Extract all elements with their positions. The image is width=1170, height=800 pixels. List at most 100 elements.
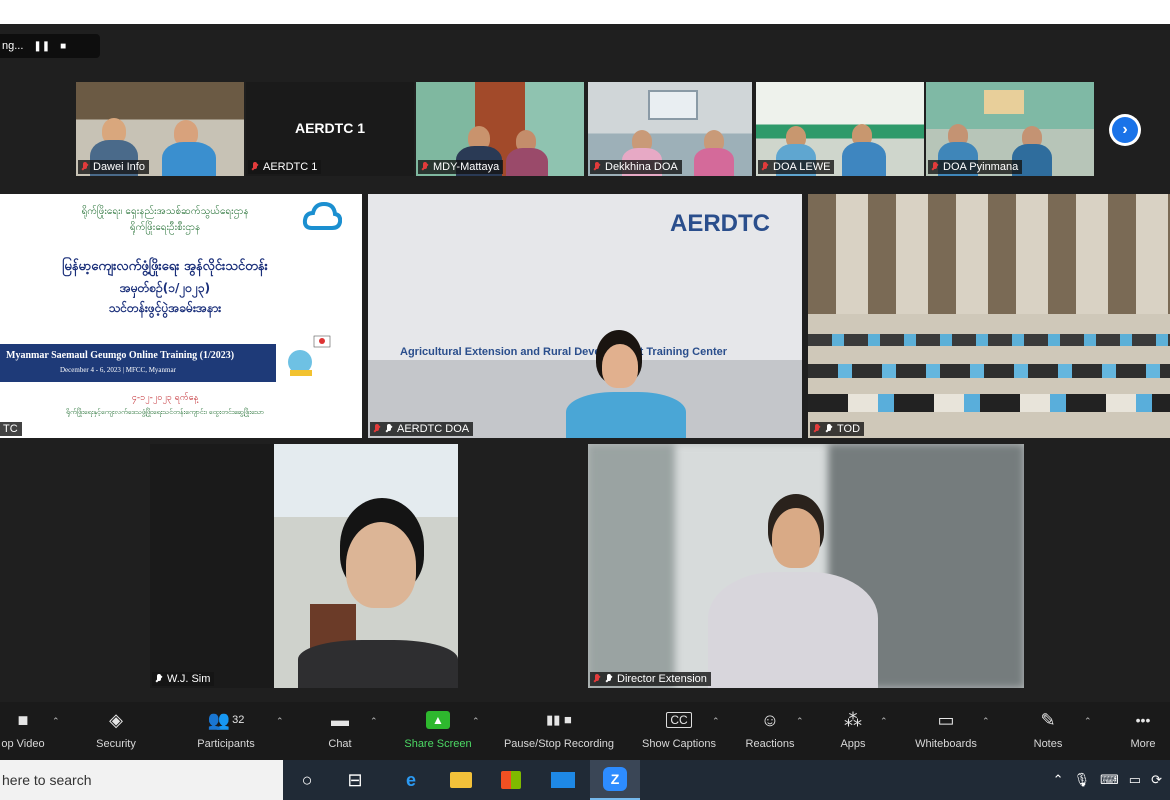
video-tile-thumbnail[interactable]: AERDTC 1 AERDTC 1 [246, 82, 414, 176]
show-captions-button[interactable]: CC Show Captions [636, 708, 722, 750]
taskbar-search-input[interactable]: here to search [0, 760, 283, 800]
muted-mic-icon [593, 674, 601, 684]
more-button[interactable]: ••• More [1120, 708, 1166, 750]
chevron-up-icon[interactable]: ⌃ [1053, 772, 1064, 788]
whiteboards-button[interactable]: ▭ Whiteboards [906, 708, 986, 751]
notes-label: Notes [1033, 738, 1063, 750]
network-icon[interactable]: ▭ [1129, 772, 1141, 788]
meeting-toolbar: ■ op Video ⌃ ◈ Security 👥 32 Participants… [0, 702, 1170, 760]
pause-stop-recording-button[interactable]: ▮▮ ■ Pause/Stop Recording [496, 708, 622, 750]
shared-slide-tile[interactable]: ရိုက်ဖြိုးရေး၊ ရှေးနည်းအသစ်ဆက်သွယ်ရေးဌာန… [0, 194, 362, 438]
participant-name-tag: DOA LEWE [758, 160, 835, 174]
chevron-up-icon[interactable]: ⌃ [52, 716, 60, 727]
stop-icon[interactable]: ■ [60, 41, 66, 52]
chevron-up-icon[interactable]: ⌃ [880, 716, 888, 727]
participants-glyph: 👥 [207, 709, 231, 730]
shield-icon: ◈ [109, 709, 123, 730]
reactions-label: Reactions [745, 738, 795, 750]
whiteboards-label: Whiteboards [915, 738, 977, 750]
share-screen-label: Share Screen [404, 738, 472, 750]
notes-icon: ✎ [1040, 709, 1056, 730]
slide-line-1: ရိုက်ဖြိုးရေး၊ ရှေးနည်းအသစ်ဆက်သွယ်ရေးဌာန [81, 206, 249, 217]
sync-icon[interactable]: ⟳ [1151, 772, 1162, 788]
pin-icon [605, 674, 613, 684]
stop-video-button[interactable]: ■ op Video [0, 708, 46, 751]
reactions-button[interactable]: ☺ Reactions [740, 708, 800, 751]
mail-icon[interactable] [538, 760, 588, 800]
cortana-icon[interactable]: ○ [282, 760, 332, 800]
chevron-up-icon[interactable]: ⌃ [796, 716, 804, 727]
video-camera-icon: ■ [17, 709, 29, 730]
recording-label: ng... [2, 40, 24, 52]
participant-name-tag: Director Extension [590, 672, 711, 686]
captions-icon: CC [636, 708, 722, 732]
participants-button[interactable]: 👥 32 Participants [190, 708, 262, 751]
pin-icon [385, 424, 393, 434]
muted-mic-icon [931, 162, 939, 172]
file-explorer-icon[interactable] [436, 760, 486, 800]
video-tile-thumbnail[interactable]: Dekkhina DOA [588, 82, 752, 176]
participant-name-tag: TC [0, 422, 22, 436]
search-placeholder: here to search [2, 772, 92, 788]
security-label: Security [96, 738, 136, 750]
muted-mic-icon [761, 162, 769, 172]
chat-button[interactable]: ▬ Chat [320, 708, 360, 751]
chat-icon: ▬ [331, 709, 349, 730]
notes-button[interactable]: ✎ Notes [1026, 708, 1070, 751]
aerdtc-logo-text: AERDTC [670, 210, 770, 237]
chevron-up-icon[interactable]: ⌃ [712, 716, 720, 727]
video-tile-speaker[interactable]: W.J. Sim [150, 444, 458, 688]
cloud-logo-icon [302, 200, 343, 236]
video-tile-hall[interactable]: TOD [808, 194, 1170, 438]
captions-glyph: CC [666, 712, 692, 728]
security-button[interactable]: ◈ Security [86, 708, 146, 751]
next-page-button[interactable]: › [1109, 114, 1141, 146]
participants-label: Participants [197, 738, 255, 750]
task-view-icon[interactable]: ⊟ [330, 760, 380, 800]
share-screen-glyph: ▲ [426, 711, 450, 729]
banner-subtitle: December 4 - 6, 2023 | MFCC, Myanmar [60, 366, 176, 374]
active-speaker-tile[interactable]: AERDTC Agricultural Extension and Rural … [368, 194, 802, 438]
banner-title: Myanmar Saemaul Geumgo Online Training (… [6, 350, 235, 361]
slide-date: ၄-၁၂-၂၀၂၃ ရက်နေ့ [131, 393, 199, 403]
participant-display-name: AERDTC 1 [294, 120, 365, 136]
chevron-up-icon[interactable]: ⌃ [276, 716, 284, 727]
window-top-strip [0, 0, 1170, 24]
zoom-icon[interactable]: Z [590, 760, 640, 800]
slide-line-4: အမှတ်စဉ်(၁/၂၀၂၃) [119, 281, 211, 295]
participant-name-tag: AERDTC 1 [248, 160, 322, 174]
share-screen-button[interactable]: ▲ Share Screen [400, 708, 476, 750]
video-tile-thumbnail[interactable]: DOA LEWE [756, 82, 924, 176]
apps-icon: ⁂ [844, 709, 862, 730]
keyboard-icon[interactable]: ⌨ [1100, 772, 1119, 788]
aerdtc-banner-text: Agricultural Extension and Rural Develop… [400, 346, 728, 358]
chevron-right-icon: › [1112, 117, 1138, 143]
chevron-up-icon[interactable]: ⌃ [982, 716, 990, 727]
chevron-up-icon[interactable]: ⌃ [1084, 716, 1092, 727]
chevron-up-icon[interactable]: ⌃ [472, 716, 480, 727]
participant-name-tag: Dawei Info [78, 160, 149, 174]
video-tile-thumbnail[interactable]: Dawei Info [76, 82, 244, 176]
share-screen-icon: ▲ [400, 708, 476, 732]
participant-name-tag: DOA Pyinmana [928, 160, 1023, 174]
slide-line-2: ရိုက်ဖြိုးရေးဦးစီးဌာန [129, 222, 201, 233]
muted-mic-icon [421, 162, 429, 172]
apps-label: Apps [840, 738, 866, 750]
microphone-icon[interactable]: 🎙 [1074, 772, 1091, 788]
reactions-icon: ☺ [760, 709, 780, 730]
store-icon[interactable] [486, 760, 536, 800]
more-icon: ••• [1135, 712, 1151, 728]
apps-button[interactable]: ⁂ Apps [834, 708, 872, 751]
edge-icon[interactable]: e [386, 760, 436, 800]
muted-mic-icon [81, 162, 89, 172]
video-tile-thumbnail[interactable]: MDY-Mattaya [416, 82, 584, 176]
participant-count: 32 [232, 714, 245, 726]
video-tile-thumbnail[interactable]: DOA Pyinmana [926, 82, 1094, 176]
system-tray: ⌃ 🎙 ⌨ ▭ ⟳ [1053, 760, 1170, 800]
slide-banner: Myanmar Saemaul Geumgo Online Training (… [0, 344, 276, 382]
recording-indicator: ng... ❚❚ ■ [0, 34, 100, 58]
chevron-up-icon[interactable]: ⌃ [370, 716, 378, 727]
video-tile-speaker[interactable]: Director Extension [588, 444, 1024, 688]
pause-icon[interactable]: ❚❚ [33, 41, 50, 52]
slide-line-5: သင်တန်းဖွင့်ပွဲအခမ်းအနား [108, 301, 222, 315]
